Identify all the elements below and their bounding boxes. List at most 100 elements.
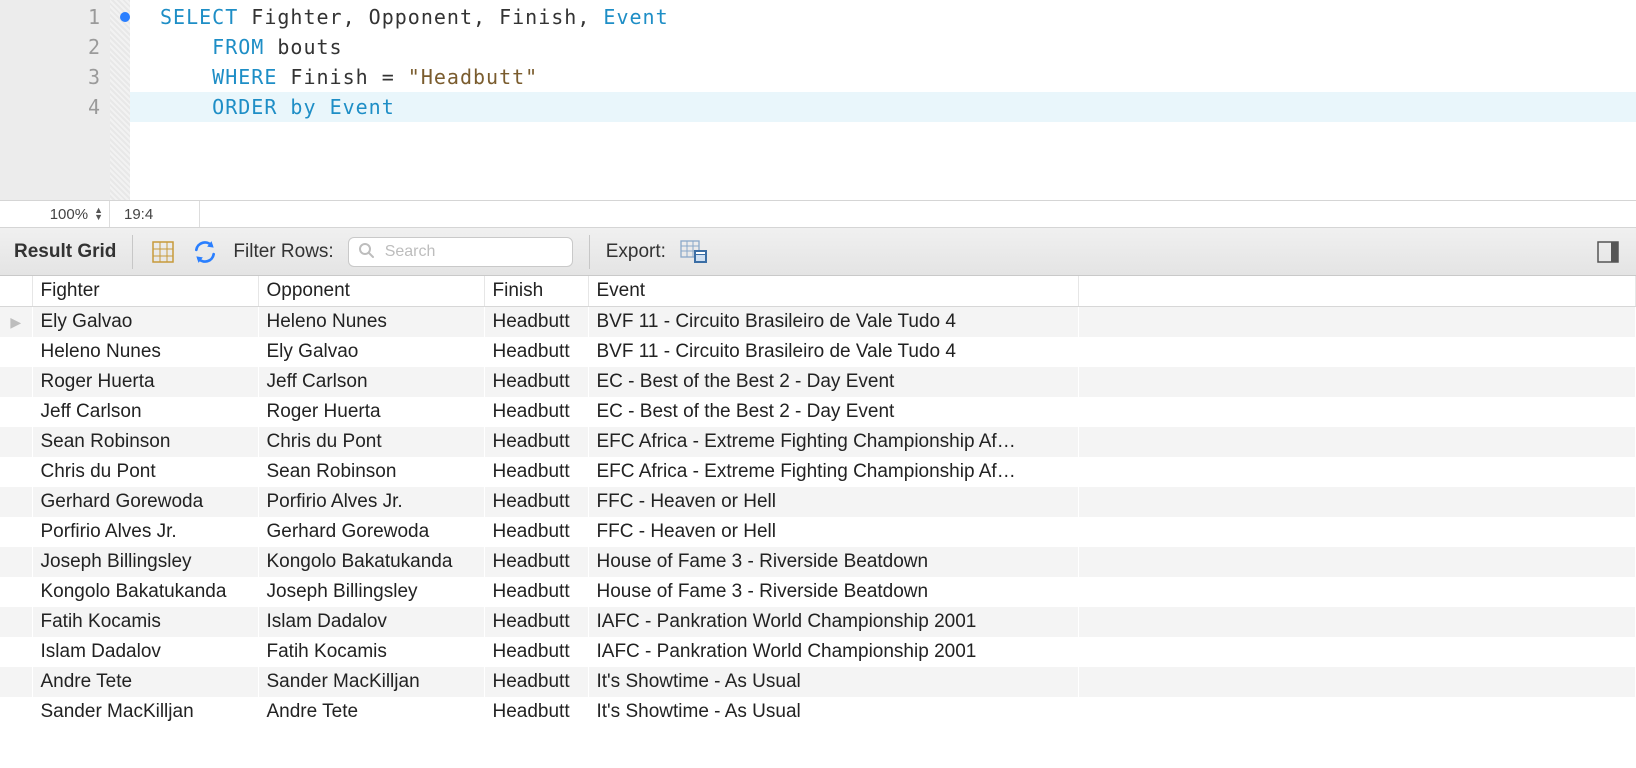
cell-finish[interactable]: Headbutt bbox=[484, 667, 588, 697]
cell-finish[interactable]: Headbutt bbox=[484, 547, 588, 577]
row-indicator-icon bbox=[0, 607, 32, 637]
table-row[interactable]: Kongolo BakatukandaJoseph BillingsleyHea… bbox=[0, 577, 1636, 607]
cell-opponent[interactable]: Roger Huerta bbox=[258, 397, 484, 427]
cell-event[interactable]: EC - Best of the Best 2 - Day Event bbox=[588, 397, 1078, 427]
cell-event[interactable]: BVF 11 - Circuito Brasileiro de Vale Tud… bbox=[588, 337, 1078, 367]
table-row[interactable]: Heleno NunesEly GalvaoHeadbuttBVF 11 - C… bbox=[0, 337, 1636, 367]
cell-opponent[interactable]: Islam Dadalov bbox=[258, 607, 484, 637]
table-row[interactable]: Jeff CarlsonRoger HuertaHeadbuttEC - Bes… bbox=[0, 397, 1636, 427]
cell-opponent[interactable]: Kongolo Bakatukanda bbox=[258, 547, 484, 577]
cell-fighter[interactable]: Chris du Pont bbox=[32, 457, 258, 487]
toggle-side-panel-icon[interactable] bbox=[1594, 238, 1622, 266]
grid-view-icon[interactable] bbox=[149, 238, 177, 266]
export-icon[interactable] bbox=[680, 238, 708, 266]
table-row[interactable]: Sean RobinsonChris du PontHeadbuttEFC Af… bbox=[0, 427, 1636, 457]
cell-opponent[interactable]: Ely Galvao bbox=[258, 337, 484, 367]
sql-editor[interactable]: 1 2 3 4 SELECT Fighter, Opponent, Finish… bbox=[0, 0, 1636, 200]
cell-opponent[interactable]: Porfirio Alves Jr. bbox=[258, 487, 484, 517]
cell-finish[interactable]: Headbutt bbox=[484, 427, 588, 457]
table-row[interactable]: Roger HuertaJeff CarlsonHeadbuttEC - Bes… bbox=[0, 367, 1636, 397]
search-input[interactable] bbox=[348, 237, 573, 267]
divider bbox=[132, 235, 133, 269]
cell-fighter[interactable]: Ely Galvao bbox=[32, 307, 258, 338]
column-header-fighter[interactable]: Fighter bbox=[32, 276, 258, 307]
row-indicator-icon bbox=[0, 337, 32, 367]
divider bbox=[589, 235, 590, 269]
row-indicator-icon bbox=[0, 397, 32, 427]
result-grid[interactable]: Fighter Opponent Finish Event ▶Ely Galva… bbox=[0, 276, 1636, 727]
cell-finish[interactable]: Headbutt bbox=[484, 697, 588, 727]
cell-fighter[interactable]: Joseph Billingsley bbox=[32, 547, 258, 577]
cell-finish[interactable]: Headbutt bbox=[484, 307, 588, 338]
cell-finish[interactable]: Headbutt bbox=[484, 397, 588, 427]
cell-fighter[interactable]: Kongolo Bakatukanda bbox=[32, 577, 258, 607]
cursor-position: 19:4 bbox=[110, 201, 200, 227]
cell-event[interactable]: EFC Africa - Extreme Fighting Championsh… bbox=[588, 427, 1078, 457]
cell-finish[interactable]: Headbutt bbox=[484, 367, 588, 397]
cell-fighter[interactable]: Porfirio Alves Jr. bbox=[32, 517, 258, 547]
table-row[interactable]: Gerhard GorewodaPorfirio Alves Jr.Headbu… bbox=[0, 487, 1636, 517]
table-row[interactable]: Porfirio Alves Jr.Gerhard GorewodaHeadbu… bbox=[0, 517, 1636, 547]
cell-fighter[interactable]: Roger Huerta bbox=[32, 367, 258, 397]
filter-search-box[interactable] bbox=[348, 237, 573, 267]
table-row[interactable]: Islam DadalovFatih KocamisHeadbuttIAFC -… bbox=[0, 637, 1636, 667]
zoom-stepper-icon[interactable]: ▲▼ bbox=[94, 207, 103, 221]
cell-opponent[interactable]: Fatih Kocamis bbox=[258, 637, 484, 667]
refresh-icon[interactable] bbox=[191, 238, 219, 266]
code-area[interactable]: SELECT Fighter, Opponent, Finish, Event … bbox=[130, 0, 1636, 200]
table-row[interactable]: ▶Ely GalvaoHeleno NunesHeadbuttBVF 11 - … bbox=[0, 307, 1636, 338]
row-indicator-icon bbox=[0, 517, 32, 547]
cell-finish[interactable]: Headbutt bbox=[484, 487, 588, 517]
cell-event[interactable]: House of Fame 3 - Riverside Beatdown bbox=[588, 547, 1078, 577]
cell-opponent[interactable]: Joseph Billingsley bbox=[258, 577, 484, 607]
row-indicator-icon: ▶ bbox=[0, 307, 32, 338]
table-row[interactable]: Chris du PontSean RobinsonHeadbuttEFC Af… bbox=[0, 457, 1636, 487]
column-header-event[interactable]: Event bbox=[588, 276, 1078, 307]
cell-opponent[interactable]: Jeff Carlson bbox=[258, 367, 484, 397]
table-header-row: Fighter Opponent Finish Event bbox=[0, 276, 1636, 307]
cell-fighter[interactable]: Sean Robinson bbox=[32, 427, 258, 457]
cell-opponent[interactable]: Chris du Pont bbox=[258, 427, 484, 457]
cell-fighter[interactable]: Gerhard Gorewoda bbox=[32, 487, 258, 517]
table-row[interactable]: Andre TeteSander MacKilljanHeadbuttIt's … bbox=[0, 667, 1636, 697]
cell-opponent[interactable]: Sander MacKilljan bbox=[258, 667, 484, 697]
result-grid-label: Result Grid bbox=[14, 241, 116, 263]
cell-event[interactable]: House of Fame 3 - Riverside Beatdown bbox=[588, 577, 1078, 607]
cell-event[interactable]: FFC - Heaven or Hell bbox=[588, 517, 1078, 547]
keyword-select: SELECT bbox=[160, 5, 238, 29]
cell-event[interactable]: FFC - Heaven or Hell bbox=[588, 487, 1078, 517]
cell-fighter[interactable]: Jeff Carlson bbox=[32, 397, 258, 427]
cell-finish[interactable]: Headbutt bbox=[484, 517, 588, 547]
cell-event[interactable]: It's Showtime - As Usual bbox=[588, 697, 1078, 727]
cell-finish[interactable]: Headbutt bbox=[484, 577, 588, 607]
cell-fighter[interactable]: Heleno Nunes bbox=[32, 337, 258, 367]
zoom-level[interactable]: 100% ▲▼ bbox=[0, 201, 110, 227]
cell-fighter[interactable]: Sander MacKilljan bbox=[32, 697, 258, 727]
cell-fighter[interactable]: Islam Dadalov bbox=[32, 637, 258, 667]
cell-event[interactable]: It's Showtime - As Usual bbox=[588, 667, 1078, 697]
fold-strip bbox=[110, 0, 130, 200]
cell-event[interactable]: EC - Best of the Best 2 - Day Event bbox=[588, 367, 1078, 397]
cell-opponent[interactable]: Gerhard Gorewoda bbox=[258, 517, 484, 547]
line-number: 4 bbox=[88, 95, 100, 119]
cell-finish[interactable]: Headbutt bbox=[484, 337, 588, 367]
cell-fighter[interactable]: Fatih Kocamis bbox=[32, 607, 258, 637]
table-row[interactable]: Fatih KocamisIslam DadalovHeadbuttIAFC -… bbox=[0, 607, 1636, 637]
cell-event[interactable]: IAFC - Pankration World Championship 200… bbox=[588, 637, 1078, 667]
cell-event[interactable]: IAFC - Pankration World Championship 200… bbox=[588, 607, 1078, 637]
cell-fighter[interactable]: Andre Tete bbox=[32, 667, 258, 697]
column-header-finish[interactable]: Finish bbox=[484, 276, 588, 307]
cell-finish[interactable]: Headbutt bbox=[484, 457, 588, 487]
cell-opponent[interactable]: Sean Robinson bbox=[258, 457, 484, 487]
cell-opponent[interactable]: Andre Tete bbox=[258, 697, 484, 727]
column-header-opponent[interactable]: Opponent bbox=[258, 276, 484, 307]
row-indicator-icon bbox=[0, 487, 32, 517]
cell-event[interactable]: EFC Africa - Extreme Fighting Championsh… bbox=[588, 457, 1078, 487]
table-row[interactable]: Sander MacKilljanAndre TeteHeadbuttIt's … bbox=[0, 697, 1636, 727]
cell-event[interactable]: BVF 11 - Circuito Brasileiro de Vale Tud… bbox=[588, 307, 1078, 338]
cell-finish[interactable]: Headbutt bbox=[484, 637, 588, 667]
table-row[interactable]: Joseph BillingsleyKongolo BakatukandaHea… bbox=[0, 547, 1636, 577]
cell-opponent[interactable]: Heleno Nunes bbox=[258, 307, 484, 338]
cell-finish[interactable]: Headbutt bbox=[484, 607, 588, 637]
results-toolbar: Result Grid Filter Rows: Export: bbox=[0, 228, 1636, 276]
